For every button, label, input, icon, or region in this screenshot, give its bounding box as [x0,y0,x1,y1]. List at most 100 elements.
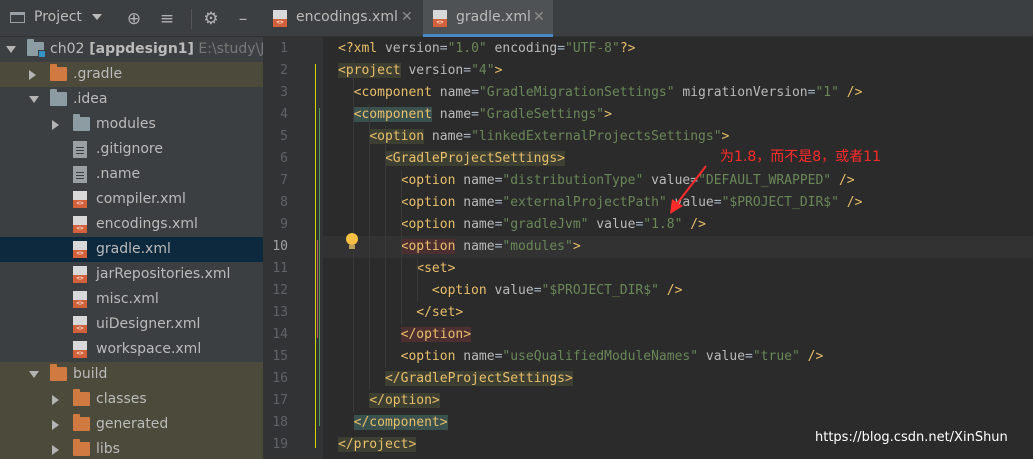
code-line[interactable]: <component name="GradleSettings"> [323,104,1033,126]
tree-item-gitignore[interactable]: .gitignore [0,137,263,162]
chevron-right-icon[interactable] [52,120,59,130]
xml-declaration: ?> [619,41,636,56]
gear-icon[interactable]: ⚙ [200,8,222,30]
line-number-gutter[interactable]: 1 2 3 4 5 6 7 8 9 10 11 12 13 14 15 16 17 18 19 [263,37,323,459]
chevron-down-icon[interactable] [29,96,39,103]
xml-attribute: name [455,349,495,364]
tree-item-workspace-xml[interactable]: workspace.xml [0,337,263,362]
xml-tag: /> [658,283,683,298]
tree-item-modules[interactable]: modules [0,112,263,137]
xml-value: "GradleSettings" [478,107,605,122]
module-name: [appdesign1] [84,41,194,57]
code-line[interactable]: </option> [323,324,1033,346]
file-icon [73,141,87,158]
xml-tag: > [494,63,503,78]
tree-item-label: ch02 [appdesign1] E:\study\JAV [50,41,263,57]
tab-gradle-xml[interactable]: gradle.xml ✕ [423,0,553,37]
code-text: = [471,107,479,122]
chevron-right-icon[interactable] [52,395,59,405]
chevron-down-icon[interactable] [92,14,102,20]
line-number: 4 [280,107,288,122]
tree-item-name: build [73,366,108,382]
collapse-icon[interactable]: ≡ [156,8,178,30]
line-number: 16 [272,371,288,386]
tree-item-encodings-xml[interactable]: encodings.xml [0,212,263,237]
tree-item-label: uiDesigner.xml [96,316,200,332]
tree-item-uidesigner-xml[interactable]: uiDesigner.xml [0,312,263,337]
chevron-right-icon[interactable] [52,420,59,430]
indent-guide [369,104,370,390]
tree-item-label: classes [96,391,147,407]
code-line[interactable]: <option name = "useQualifiedModuleNames" v… [323,346,1033,368]
chevron-right-icon[interactable] [52,445,59,455]
tree-item-gradle[interactable]: .gradle [0,62,263,87]
tree-item-idea[interactable]: .idea [0,87,263,112]
code-text: = [557,41,566,56]
xml-value: "modules" [502,239,573,254]
tree-item-classes[interactable]: classes [0,387,263,412]
xml-tag: <project [338,63,401,78]
code-line[interactable]: <component name="GradleMigrationSettings… [323,82,1033,104]
code-line[interactable]: <option name="linkedExternalProjectsSett… [323,126,1033,148]
code-line[interactable]: <set> [323,258,1033,280]
tree-item-compiler-xml[interactable]: compiler.xml [0,187,263,212]
chevron-right-icon[interactable] [29,70,36,80]
tree-item-build[interactable]: build [0,362,263,387]
code-line[interactable]: <option name = "externalProjectPath" value… [323,192,1033,214]
tree-item-label: compiler.xml [96,191,186,207]
xml-tag: > [604,107,612,122]
target-icon[interactable]: ⊕ [123,8,145,30]
tree-item-label: .idea [73,91,107,107]
code-text: = [463,63,472,78]
code-line[interactable]: </option> [323,390,1033,412]
file-icon [73,166,87,183]
tree-item-name: modules [96,116,156,132]
tab-label: gradle.xml [456,9,531,25]
tree-item-name: uiDesigner.xml [96,316,201,332]
tree-item-name: misc.xml [96,291,159,307]
tree-item-libs[interactable]: libs [0,437,263,459]
project-view-title[interactable]: Project [34,9,82,25]
tree-item-misc-xml[interactable]: misc.xml [0,287,263,312]
xml-tag: <set> [416,261,456,276]
xml-value: "1.8" [643,217,683,232]
chevron-down-icon[interactable] [6,46,16,53]
tab-encodings-xml[interactable]: encodings.xml ✕ [263,0,421,37]
line-number: 6 [280,151,288,166]
minimize-icon[interactable]: – [232,8,254,30]
tree-item-label: libs [96,441,120,457]
code-area[interactable]: <?xml version="1.0" encoding="UTF-8"?> <p… [323,37,1033,459]
xml-tag: /> [799,349,824,364]
code-line[interactable]: <option name="gradleJvm" value="1.8" /> [323,214,1033,236]
tree-item-jarrepositories-xml[interactable]: jarRepositories.xml [0,262,263,287]
tree-item-label: gradle.xml [96,241,171,257]
indent-guide [401,170,402,324]
xml-attribute: encoding [486,41,558,56]
code-line[interactable]: </set> [323,302,1033,324]
tree-item-ch02[interactable]: ch02 [appdesign1] E:\study\JAV [0,37,263,62]
xml-attribute: value [698,349,746,364]
xml-file-icon [73,266,87,283]
line-number: 11 [272,261,288,276]
code-line[interactable]: </GradleProjectSettings> [323,368,1033,390]
code-line[interactable]: <option value="$PROJECT_DIR$" /> [323,280,1033,302]
xml-tag: <option [400,173,456,188]
code-line[interactable]: <GradleProjectSettings> [323,148,1033,170]
close-icon[interactable]: ✕ [533,9,545,25]
folder-icon [73,114,90,131]
code-line[interactable]: <?xml version="1.0" encoding="UTF-8"?> [323,38,1033,60]
code-line[interactable]: <project version="4"> [323,60,1033,82]
code-line[interactable]: <option name="distributionType" value="D… [323,170,1033,192]
code-line[interactable]: <option name="modules"> [323,236,1033,258]
tree-item-gradle-xml[interactable]: gradle.xml [0,237,263,262]
tree-item-generated[interactable]: generated [0,412,263,437]
close-icon[interactable]: ✕ [401,9,413,25]
xml-tag: <option [431,283,487,298]
tree-item-name[interactable]: .name [0,162,263,187]
chevron-down-icon[interactable] [29,371,39,378]
xml-tag: > [721,129,730,144]
lightbulb-icon[interactable] [346,233,358,249]
